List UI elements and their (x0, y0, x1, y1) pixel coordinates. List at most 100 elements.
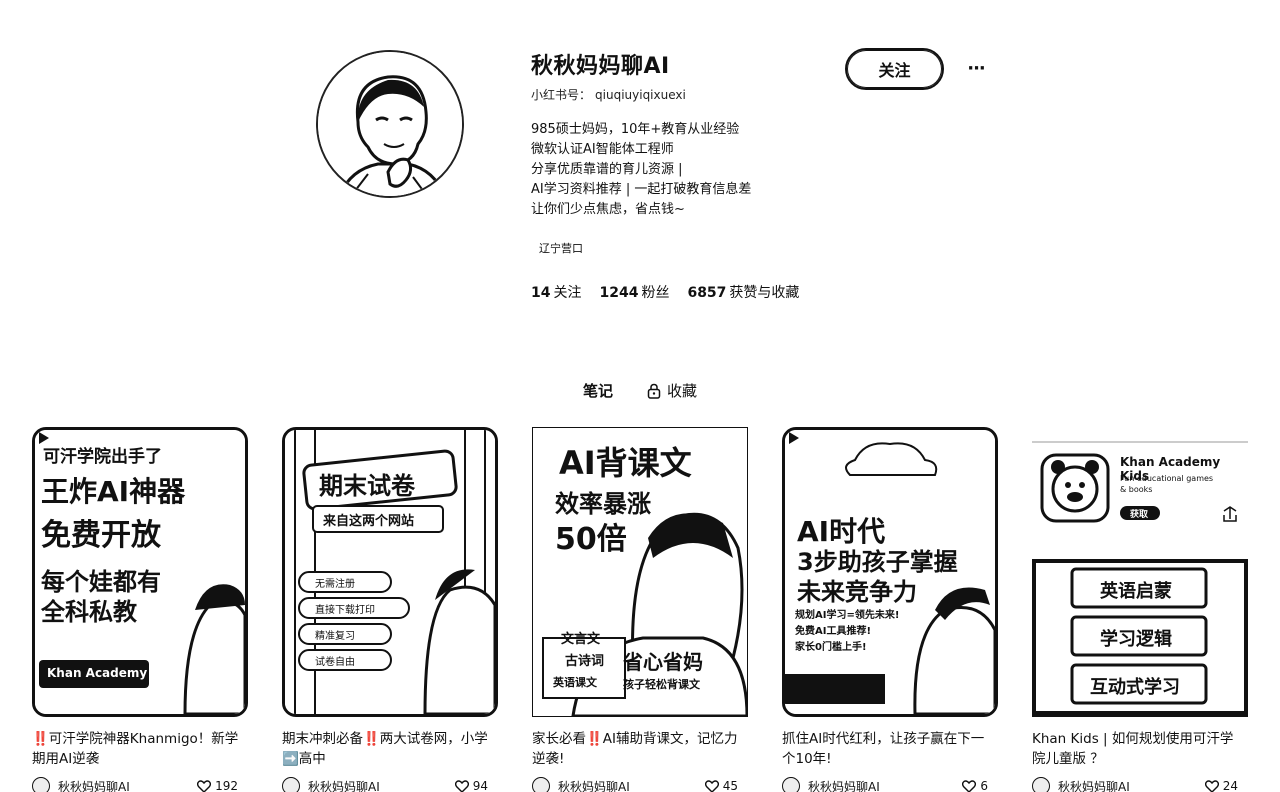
note-footer: 秋秋妈妈聊AI 24 (1032, 777, 1248, 792)
stat-likes-label: 获赞与收藏 (729, 285, 800, 301)
cover-text: 试卷自由 (315, 657, 355, 668)
cover-text: 互动式学习 (1090, 677, 1180, 698)
stat-followers[interactable]: 1244 粉丝 (599, 282, 669, 302)
profile-bio: 985硕士妈妈，10年+教育从业经验 微软认证AI智能体工程师 分享优质靠谱的育… (531, 120, 751, 220)
follow-button[interactable]: 关注 (845, 48, 944, 90)
tab-notes-label: 笔记 (582, 382, 613, 400)
author-avatar[interactable] (532, 777, 550, 792)
note-footer: 秋秋妈妈聊AI 192 (32, 777, 248, 792)
cover-text: 古诗词 (565, 654, 605, 669)
note-cover[interactable]: Khan Academy Kids Fun educational games … (1032, 427, 1248, 717)
notes-grid: 可汗学院出手了 王炸AI神器 免费开放 每个娃都有 全科私教 Khan Acad… (32, 427, 1252, 792)
stat-likes-value: 6857 (687, 285, 727, 301)
like-count: 24 (1222, 779, 1238, 792)
stat-following-label: 关注 (553, 285, 582, 301)
lock-icon (647, 383, 661, 399)
note-card[interactable]: 期末试卷 来自这两个网站 无需注册 直接下载打印 精准复习 试卷自由 期末冲刺必… (282, 427, 498, 792)
author-avatar[interactable] (782, 777, 800, 792)
heart-icon (704, 779, 719, 792)
tab-collections-label: 收藏 (667, 382, 698, 400)
stat-followers-value: 1244 (599, 285, 639, 301)
video-play-icon (789, 432, 799, 444)
cover-text: 学习逻辑 (1100, 629, 1172, 650)
note-author[interactable]: 秋秋妈妈聊AI (808, 778, 962, 792)
bio-line: 让你们少点焦虑，省点钱~ (531, 202, 685, 217)
cover-text: 来自这两个网站 (323, 514, 415, 529)
note-cover[interactable]: AI背课文 效率暴涨 50倍 文言文 古诗词 省心省妈 英语课文 孩子轻松背课文 (532, 427, 748, 717)
author-avatar[interactable] (1032, 777, 1050, 792)
bio-line: 微软认证AI智能体工程师 (531, 142, 674, 157)
stat-following[interactable]: 14 关注 (531, 282, 581, 302)
stat-followers-label: 粉丝 (641, 285, 670, 301)
stat-likes-collects[interactable]: 6857 获赞与收藏 (687, 282, 799, 302)
note-cover[interactable]: AI时代 3步助孩子掌握 未来竞争力 规划AI学习=领先未来! 免费AI工具推荐… (782, 427, 998, 717)
cover-text: 文言文 (561, 632, 601, 647)
note-title[interactable]: 期末冲刺必备‼️两大试卷网，小学➡️高中 (282, 729, 494, 769)
heart-icon (454, 779, 469, 792)
note-title[interactable]: 家长必看‼️AI辅助背课文，记忆力逆袭! (532, 729, 744, 769)
location-tag: 辽宁营口 (539, 242, 583, 255)
cover-text: 可汗学院出手了 (43, 447, 162, 467)
note-cover[interactable]: 期末试卷 来自这两个网站 无需注册 直接下载打印 精准复习 试卷自由 (282, 427, 498, 717)
cover-text: 直接下载打印 (315, 605, 375, 616)
cover-text: AI背课文 (559, 444, 692, 482)
cover-text: 规划AI学习=领先未来! (795, 610, 900, 621)
bio-line: 分享优质靠谱的育儿资源 | (531, 162, 683, 177)
tab-collections[interactable]: 收藏 (643, 378, 701, 403)
like-count: 45 (722, 779, 738, 792)
note-title[interactable]: Khan Kids | 如何规划使用可汗学院儿童版 ？ (1032, 729, 1244, 769)
note-author[interactable]: 秋秋妈妈聊AI (1058, 778, 1205, 792)
profile-name: 秋秋妈妈聊AI (531, 54, 670, 79)
note-card[interactable]: AI时代 3步助孩子掌握 未来竞争力 规划AI学习=领先未来! 免费AI工具推荐… (782, 427, 998, 792)
note-title[interactable]: ‼️可汗学院神器Khanmigo！新学期用AI逆袭 (32, 729, 244, 769)
cover-text: 家长0门槛上手! (795, 642, 867, 653)
cover-text: 孩子轻松背课文 (623, 678, 700, 691)
cover-text: 英语启蒙 (1100, 581, 1172, 602)
cover-badge: Khan Academy (47, 666, 148, 680)
note-footer: 秋秋妈妈聊AI 6 (782, 777, 998, 792)
profile-stats: 14 关注 1244 粉丝 6857 获赞与收藏 (531, 282, 799, 302)
cover-text: 免费开放 (41, 518, 161, 553)
note-author[interactable]: 秋秋妈妈聊AI (558, 778, 705, 792)
like-button[interactable]: 45 (704, 779, 738, 792)
tab-notes[interactable]: 笔记 (579, 378, 617, 403)
cover-text: 英语课文 (553, 676, 597, 689)
author-avatar[interactable] (32, 777, 50, 792)
note-footer: 秋秋妈妈聊AI 94 (282, 777, 498, 792)
like-count: 6 (980, 779, 988, 792)
heart-icon (962, 779, 977, 792)
note-author[interactable]: 秋秋妈妈聊AI (58, 778, 197, 792)
cover-text: 省心省妈 (623, 650, 703, 674)
like-button[interactable]: 192 (197, 779, 238, 792)
note-author[interactable]: 秋秋妈妈聊AI (308, 778, 455, 792)
cover-text: 无需注册 (315, 579, 355, 590)
stat-following-value: 14 (531, 285, 551, 301)
like-count: 94 (472, 779, 488, 792)
video-play-icon (39, 432, 49, 444)
like-button[interactable]: 6 (962, 779, 988, 792)
note-card[interactable]: AI背课文 效率暴涨 50倍 文言文 古诗词 省心省妈 英语课文 孩子轻松背课文… (532, 427, 748, 792)
profile-id: 小红书号： qiuqiuyiqixuexi (531, 86, 686, 103)
cover-text: 免费AI工具推荐! (795, 626, 872, 637)
app-subtitle: Fun educational games & books (1120, 474, 1214, 494)
cover-text: 全科私教 (41, 598, 137, 626)
profile-avatar[interactable] (316, 50, 464, 198)
note-card[interactable]: 可汗学院出手了 王炸AI神器 免费开放 每个娃都有 全科私教 Khan Acad… (32, 427, 248, 792)
note-footer: 秋秋妈妈聊AI 45 (532, 777, 748, 792)
profile-id-value: qiuqiuyiqixuexi (595, 88, 686, 102)
cover-text: 王炸AI神器 (41, 475, 186, 508)
get-button-label: 获取 (1130, 510, 1149, 520)
profile-id-label: 小红书号： (531, 88, 592, 102)
note-cover[interactable]: 可汗学院出手了 王炸AI神器 免费开放 每个娃都有 全科私教 Khan Acad… (32, 427, 248, 717)
heart-icon (197, 779, 212, 792)
like-button[interactable]: 24 (1204, 779, 1238, 792)
cover-text: 期末试卷 (319, 472, 415, 500)
profile-tabs: 笔记 收藏 (0, 378, 1280, 403)
like-button[interactable]: 94 (454, 779, 488, 792)
note-card[interactable]: Khan Academy Kids Fun educational games … (1032, 427, 1248, 792)
more-options-button[interactable]: ··· (962, 56, 990, 80)
bio-line: AI学习资料推荐 | 一起打破教育信息差 (531, 182, 752, 197)
author-avatar[interactable] (282, 777, 300, 792)
cover-text: 50倍 (555, 522, 627, 557)
note-title[interactable]: 抓住AI时代红利，让孩子赢在下一个10年! (782, 729, 994, 769)
